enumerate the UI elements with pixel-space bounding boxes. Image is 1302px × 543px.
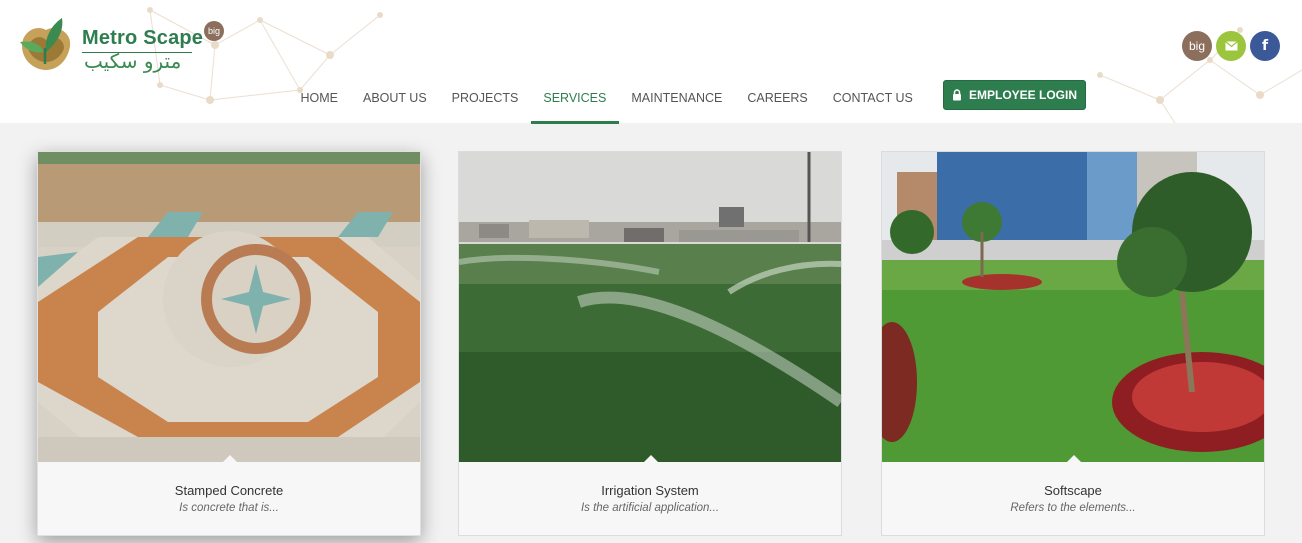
brand-name: Metro Scape	[82, 27, 204, 49]
card-pointer	[223, 455, 237, 462]
service-card-irrigation-system[interactable]: Irrigation System Is the artificial appl…	[458, 151, 842, 536]
main-navigation: HOME ABOUT US PROJECTS SERVICES MAINTENA…	[288, 70, 925, 124]
service-card-softscape[interactable]: Softscape Refers to the elements...	[881, 151, 1265, 536]
nav-item-maintenance[interactable]: MAINTENANCE	[619, 70, 735, 124]
nav-item-careers[interactable]: CAREERS	[735, 70, 820, 124]
employee-login-label: EMPLOYEE LOGIN	[968, 88, 1077, 102]
leaf-logo-icon	[20, 18, 71, 70]
nav-item-contact-us[interactable]: CONTACT US	[820, 70, 925, 124]
employee-login-button[interactable]: EMPLOYEE LOGIN	[943, 80, 1086, 110]
brand-name-arabic: مترو سكيب	[84, 49, 182, 73]
email-button[interactable]	[1216, 31, 1246, 61]
site-header: Metro Scape مترو سكيب big HOME ABOUT US …	[0, 0, 1302, 124]
service-title: Stamped Concrete	[174, 483, 284, 498]
irrigation-photo	[459, 152, 841, 462]
facebook-button[interactable]: f	[1250, 31, 1280, 61]
nav-item-about-us[interactable]: ABOUT US	[351, 70, 440, 124]
card-pointer	[644, 455, 658, 462]
big-social-button[interactable]: big	[1182, 31, 1212, 61]
lock-icon	[952, 89, 961, 101]
nav-item-services[interactable]: SERVICES	[530, 70, 619, 124]
service-description: Refers to the elements...	[1010, 502, 1136, 514]
facebook-icon: f	[1261, 38, 1269, 54]
softscape-photo	[882, 152, 1264, 462]
mail-icon	[1224, 41, 1238, 51]
stamped-concrete-photo	[38, 152, 420, 462]
big-label: big	[1188, 39, 1205, 53]
nav-item-home[interactable]: HOME	[288, 70, 351, 124]
metro-scape-logo[interactable]: Metro Scape مترو سكيب big	[14, 12, 226, 78]
service-title: Irrigation System	[601, 483, 699, 498]
social-links: big f	[1182, 31, 1280, 61]
service-description: Is concrete that is...	[179, 502, 279, 514]
service-card-stamped-concrete[interactable]: Stamped Concrete Is concrete that is...	[37, 151, 421, 536]
service-title: Softscape	[1044, 483, 1102, 498]
brand-badge: big	[204, 21, 224, 41]
nav-item-projects[interactable]: PROJECTS	[439, 70, 531, 124]
card-pointer	[1067, 455, 1081, 462]
service-description: Is the artificial application...	[580, 502, 720, 514]
